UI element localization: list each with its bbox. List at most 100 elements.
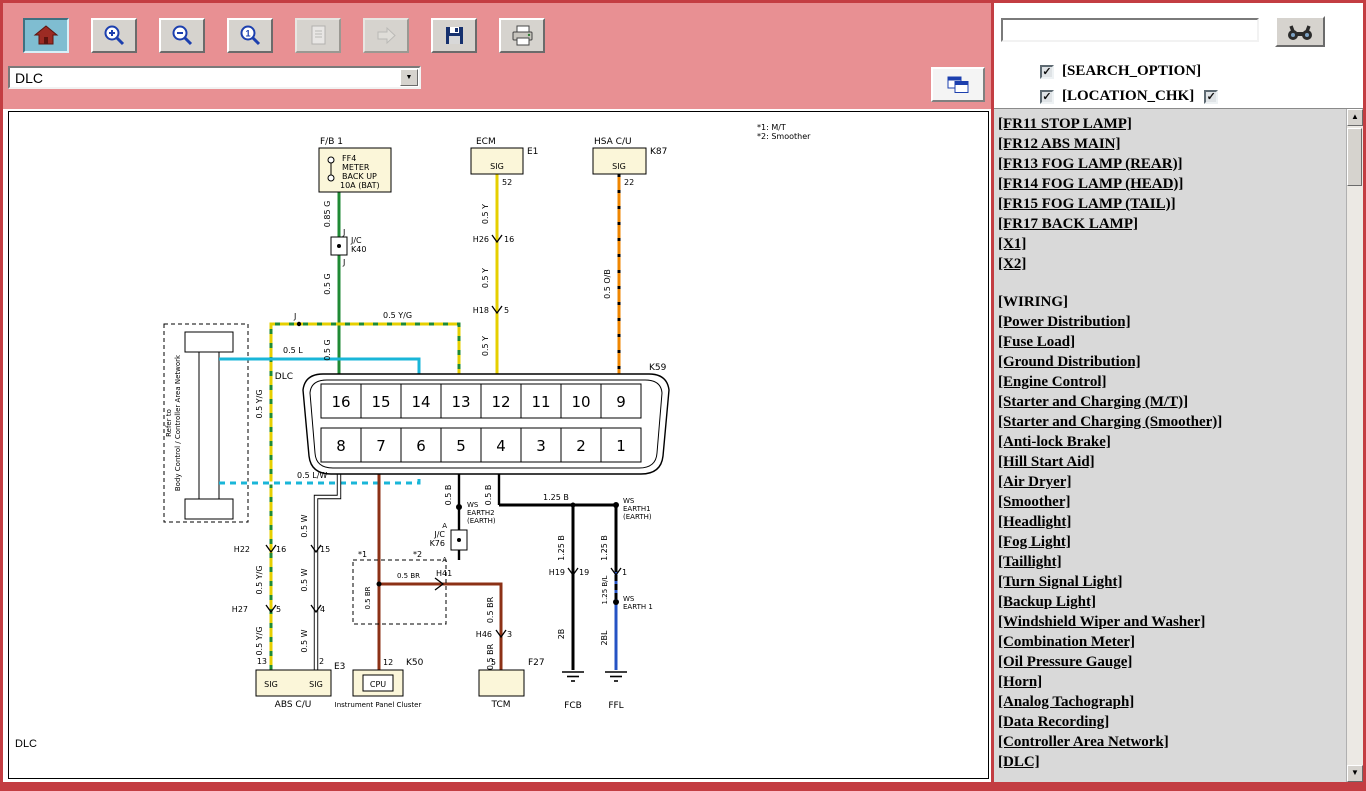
checkbox[interactable]: ✓ bbox=[1204, 90, 1218, 104]
search-button[interactable] bbox=[1275, 16, 1325, 47]
nav-link[interactable]: [Anti-lock Brake] bbox=[998, 432, 1344, 452]
nav-link[interactable]: [Windshield Wiper and Washer] bbox=[998, 612, 1344, 632]
diagram-label: 13 bbox=[257, 657, 267, 666]
nav-link[interactable]: [Combination Meter] bbox=[998, 632, 1344, 652]
dlc-connector: 16151413121110987654321 bbox=[303, 374, 669, 474]
canvas-wrap: 16151413121110987654321 bbox=[3, 109, 991, 782]
diagram-label: 0.5 B bbox=[484, 485, 493, 506]
diagram-select[interactable]: DLC ▼ bbox=[8, 66, 421, 89]
dlc-pin-number: 14 bbox=[411, 393, 430, 411]
dlc-pin-number: 1 bbox=[616, 437, 626, 455]
nav-spacer bbox=[998, 274, 1344, 292]
nav-link[interactable]: [Headlight] bbox=[998, 512, 1344, 532]
diagram-label: 16 bbox=[504, 235, 514, 244]
nav-link[interactable]: [Turn Signal Light] bbox=[998, 572, 1344, 592]
chevron-down-icon[interactable]: ▼ bbox=[400, 69, 418, 86]
nav-link[interactable]: [Horn] bbox=[998, 672, 1344, 692]
nav-link[interactable]: [Air Dryer] bbox=[998, 472, 1344, 492]
dlc-pin-number: 13 bbox=[451, 393, 470, 411]
diagram-label: Refer to bbox=[165, 409, 173, 437]
diagram-label: 0.5 BR bbox=[364, 586, 372, 609]
nav-link[interactable]: [Fog Light] bbox=[998, 532, 1344, 552]
nav-link[interactable]: [Engine Control] bbox=[998, 372, 1344, 392]
dlc-connector-name: DLC bbox=[275, 372, 293, 382]
diagram-label: 0.5 Y/G bbox=[255, 389, 264, 418]
nav-link[interactable]: [Smoother] bbox=[998, 492, 1344, 512]
nav-link[interactable]: [FR13 FOG LAMP (REAR)] bbox=[998, 154, 1344, 174]
diagram-label: 22 bbox=[624, 178, 634, 187]
nav-link[interactable]: [Data Recording] bbox=[998, 712, 1344, 732]
diagram-label: 1.25 B bbox=[543, 493, 569, 502]
cascade-windows-button[interactable] bbox=[931, 67, 985, 102]
nav-link[interactable]: [Controller Area Network] bbox=[998, 732, 1344, 752]
nav-link[interactable]: [Starter and Charging (M/T)] bbox=[998, 392, 1344, 412]
toolbar-buttons: 1 bbox=[3, 3, 991, 53]
nav-area: [FR11 STOP LAMP][FR12 ABS MAIN][FR13 FOG… bbox=[994, 109, 1363, 782]
search-input[interactable] bbox=[1001, 18, 1259, 42]
nav-link[interactable]: [Taillight] bbox=[998, 552, 1344, 572]
nav-link[interactable]: [X1] bbox=[998, 234, 1344, 254]
diagram-label: Body Control / Controller Area Network bbox=[174, 354, 182, 491]
zoom-in-icon bbox=[102, 24, 126, 47]
zoom-actual-button[interactable]: 1 bbox=[227, 18, 273, 53]
nav-link[interactable]: [Backup Light] bbox=[998, 592, 1344, 612]
diagram-label: 0.5 O/B bbox=[603, 269, 612, 299]
dlc-pin-number: 9 bbox=[616, 393, 626, 411]
zoom-actual-icon: 1 bbox=[238, 24, 262, 47]
nav-link[interactable]: [Ground Distribution] bbox=[998, 352, 1344, 372]
nav-link[interactable]: [X2] bbox=[998, 254, 1344, 274]
diagram-label: EARTH1 bbox=[623, 505, 651, 513]
diagram-label: FCB bbox=[564, 701, 582, 711]
checkbox-row: ✓[SEARCH_OPTION] bbox=[1040, 59, 1218, 84]
checkbox[interactable]: ✓ bbox=[1040, 65, 1054, 79]
binoculars-icon bbox=[1285, 22, 1315, 42]
nav-link[interactable]: [FR14 FOG LAMP (HEAD)] bbox=[998, 174, 1344, 194]
nav-link[interactable]: [FR11 STOP LAMP] bbox=[998, 114, 1344, 134]
diagram-label: 2 bbox=[319, 657, 324, 666]
diagram-label: (EARTH) bbox=[623, 513, 652, 521]
nav-link[interactable]: [Hill Start Aid] bbox=[998, 452, 1344, 472]
diagram-label: 0.5 Y/G bbox=[383, 311, 412, 320]
dlc-pin-number: 3 bbox=[536, 437, 546, 455]
nav-link[interactable]: [FR15 FOG LAMP (TAIL)] bbox=[998, 194, 1344, 214]
nav-link[interactable]: [DLC] bbox=[998, 752, 1344, 772]
diagram-label: EARTH 1 bbox=[623, 603, 653, 611]
save-button[interactable] bbox=[431, 18, 477, 53]
diagram-label: HSA C/U bbox=[594, 137, 632, 147]
diagram-canvas[interactable]: 16151413121110987654321 bbox=[8, 111, 989, 779]
diagram-label: 0.5 W bbox=[300, 514, 309, 537]
home-button[interactable] bbox=[23, 18, 69, 53]
zoom-in-button[interactable] bbox=[91, 18, 137, 53]
print-icon bbox=[510, 24, 535, 47]
checkbox[interactable]: ✓ bbox=[1040, 90, 1054, 104]
nav-link[interactable]: [FR12 ABS MAIN] bbox=[998, 134, 1344, 154]
zoom-out-button[interactable] bbox=[159, 18, 205, 53]
diagram-label: 19 bbox=[579, 568, 589, 577]
forward-arrow-icon bbox=[374, 24, 398, 47]
diagram-label: TCM bbox=[490, 700, 510, 710]
dlc-connector-code: K59 bbox=[649, 363, 667, 373]
nav-link[interactable]: [Power Distribution] bbox=[998, 312, 1344, 332]
diagram-label: H18 bbox=[473, 306, 489, 315]
scroll-down-icon[interactable]: ▼ bbox=[1347, 765, 1363, 782]
nav-link[interactable]: [Fuse Load] bbox=[998, 332, 1344, 352]
diagram-label: ABS C/U bbox=[275, 700, 312, 710]
scrollbar-thumb[interactable] bbox=[1347, 128, 1362, 186]
nav-link[interactable]: [Analog Tachograph] bbox=[998, 692, 1344, 712]
scrollbar-track[interactable] bbox=[1347, 126, 1363, 765]
ground-symbols bbox=[562, 672, 627, 681]
nav-link[interactable]: [Oil Pressure Gauge] bbox=[998, 652, 1344, 672]
diagram-label: 15 bbox=[320, 545, 330, 554]
nav-link[interactable]: [FR17 BACK LAMP] bbox=[998, 214, 1344, 234]
diagram-label: A bbox=[442, 522, 447, 530]
scroll-up-icon[interactable]: ▲ bbox=[1347, 109, 1363, 126]
print-button[interactable] bbox=[499, 18, 545, 53]
diagram-label: F27 bbox=[528, 658, 545, 668]
diagram-label: 1.25 B bbox=[557, 535, 566, 561]
app-window: 1 DLC ▼ bbox=[0, 0, 1366, 791]
scrollbar[interactable]: ▲ ▼ bbox=[1346, 109, 1363, 782]
page-preview-icon bbox=[306, 24, 330, 47]
nav-link[interactable]: [Starter and Charging (Smoother)] bbox=[998, 412, 1344, 432]
diagram-label: EARTH2 bbox=[467, 509, 495, 517]
diagram-label: 3 bbox=[507, 630, 512, 639]
